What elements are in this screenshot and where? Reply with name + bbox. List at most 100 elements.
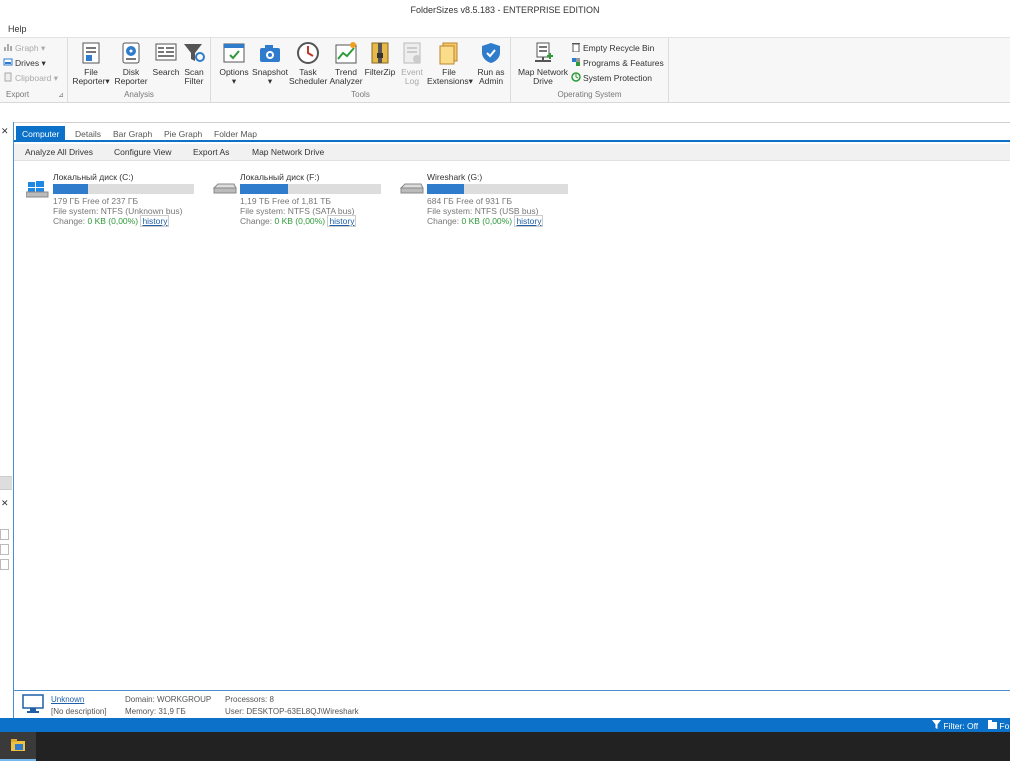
trend-analyzer-icon [334, 41, 358, 65]
recycle-bin-icon [571, 42, 581, 53]
computer-memory: Memory: 31,9 ГБ [125, 707, 186, 716]
configure-view-button[interactable]: Configure View [114, 147, 172, 157]
filterzip-icon [368, 41, 392, 65]
map-network-drive-button[interactable]: Map Network Drive [252, 147, 324, 157]
programs-features-button[interactable]: Programs & Features [571, 56, 664, 70]
group-label-analysis: Analysis [124, 90, 154, 99]
system-protection-icon [571, 72, 581, 82]
ribbon: Graph ▾ Drives ▾ Clipboard ▾ Export ⊿ Fi… [0, 37, 1010, 103]
drives-button[interactable]: Drives ▾ [3, 56, 46, 70]
folder-status[interactable]: Fo [988, 720, 1009, 731]
history-link[interactable]: history [327, 215, 357, 227]
filter-icon [932, 720, 943, 731]
history-link[interactable]: history [514, 215, 544, 227]
drive-card-g[interactable]: Wireshark (G:) 684 ГБ Free of 931 ГБ Fil… [399, 172, 580, 228]
scan-filter-button[interactable]: Scan Filter [180, 41, 208, 86]
menu-bar: Help [0, 20, 1010, 37]
ribbon-group-os: Map Network Drive Empty Recycle Bin Prog… [511, 38, 669, 102]
drive-change: Change: 0 KB (0,00%) history [240, 215, 357, 227]
group-label-tools: Tools [351, 90, 370, 99]
search-icon [154, 41, 178, 65]
computer-name-link[interactable]: Unknown [51, 695, 84, 704]
foldersizes-app-icon [11, 739, 25, 751]
drive-name: Локальный диск (C:) [53, 172, 134, 182]
options-icon [222, 41, 246, 65]
drive-card-c[interactable]: Локальный диск (C:) 179 ГБ Free of 237 Г… [25, 172, 206, 228]
ribbon-group-export: Graph ▾ Drives ▾ Clipboard ▾ Export ⊿ [0, 38, 68, 102]
ribbon-group-tools: Options ▾ Snapshot ▾ Task Scheduler Tren… [211, 38, 511, 102]
run-as-admin-icon [479, 41, 503, 65]
drive-free-space: 1,19 ТБ Free of 1,81 ТБ [240, 196, 332, 206]
export-as-button[interactable]: Export As [193, 147, 229, 157]
search-button[interactable]: Search [150, 41, 182, 77]
computer-user: User: DESKTOP-63EL8QJ\Wireshark [225, 707, 359, 716]
panel-checkbox-2[interactable] [0, 544, 9, 555]
status-bar: Filter: Off Fo [0, 718, 1010, 732]
tab-computer[interactable]: Computer [16, 126, 66, 142]
system-protection-button[interactable]: System Protection [571, 71, 652, 85]
drive-usage-fill [240, 184, 288, 194]
map-network-drive-ribbon-button[interactable]: Map Network Drive [515, 41, 571, 86]
snapshot-button[interactable]: Snapshot ▾ [251, 41, 289, 86]
panel-checkbox-1[interactable] [0, 529, 9, 540]
disk-reporter-icon [119, 41, 143, 65]
drive-name: Локальный диск (F:) [240, 172, 320, 182]
close-panel-icon[interactable]: ✕ [1, 126, 9, 137]
drive-free-space: 684 ГБ Free of 931 ГБ [427, 196, 513, 206]
tab-details[interactable]: Details [69, 126, 107, 142]
view-tabs: Computer Details Bar Graph Pie Graph Fol… [14, 126, 1010, 142]
programs-features-icon [571, 57, 581, 67]
file-reporter-icon [79, 41, 103, 65]
filterzip-button[interactable]: FilterZip [363, 41, 397, 77]
trend-analyzer-button[interactable]: Trend Analyzer [327, 41, 365, 86]
tab-folder-map[interactable]: Folder Map [208, 126, 263, 142]
folder-icon [988, 720, 999, 731]
drives-icon [3, 57, 13, 67]
history-link[interactable]: history [140, 215, 170, 227]
menu-help[interactable]: Help [8, 24, 27, 34]
tab-bar-graph[interactable]: Bar Graph [107, 126, 158, 142]
disk-reporter-button[interactable]: Disk Reporter [112, 41, 150, 86]
drive-usage-fill [53, 184, 88, 194]
drive-change: Change: 0 KB (0,00%) history [427, 215, 544, 227]
computer-processors: Processors: 8 [225, 695, 274, 704]
task-scheduler-icon [296, 41, 320, 65]
left-panel-strip: ✕ ✕ [0, 122, 14, 718]
drive-name: Wireshark (G:) [427, 172, 483, 182]
ribbon-group-analysis: File Reporter▾ Disk Reporter Search Scan… [68, 38, 211, 102]
task-scheduler-button[interactable]: Task Scheduler [289, 41, 327, 86]
drive-usage-bar [240, 184, 381, 194]
computer-toolbar: Analyze All Drives Configure View Export… [14, 144, 1010, 161]
run-as-admin-button[interactable]: Run as Admin [473, 41, 509, 86]
panel-splitter[interactable] [0, 476, 12, 490]
windows-drive-icon [25, 178, 50, 198]
main-content: Computer Details Bar Graph Pie Graph Fol… [14, 122, 1010, 690]
snapshot-icon [258, 41, 282, 65]
options-button[interactable]: Options ▾ [215, 41, 253, 86]
filter-status[interactable]: Filter: Off [932, 720, 978, 731]
file-extensions-button[interactable]: File Extensions▾ [427, 41, 473, 86]
computer-info-panel: Unknown [No description] Domain: WORKGRO… [14, 690, 1010, 718]
computer-domain: Domain: WORKGROUP [125, 695, 212, 704]
file-reporter-button[interactable]: File Reporter▾ [72, 41, 110, 86]
usb-drive-icon [399, 178, 424, 198]
drive-usage-fill [427, 184, 465, 194]
graph-button[interactable]: Graph ▾ [3, 41, 45, 55]
drive-usage-bar [53, 184, 194, 194]
event-log-button[interactable]: Event Log [397, 41, 427, 86]
empty-recycle-bin-button[interactable]: Empty Recycle Bin [571, 41, 654, 55]
drive-usage-bar [427, 184, 568, 194]
tab-pie-graph[interactable]: Pie Graph [158, 126, 208, 142]
drive-change: Change: 0 KB (0,00%) history [53, 215, 170, 227]
taskbar-foldersizes-app[interactable] [0, 732, 36, 761]
drive-free-space: 179 ГБ Free of 237 ГБ [53, 196, 139, 206]
group-label-os: Operating System [557, 90, 622, 99]
panel-checkbox-3[interactable] [0, 559, 9, 570]
export-launcher-icon[interactable]: ⊿ [58, 91, 64, 99]
clipboard-button[interactable]: Clipboard ▾ [3, 71, 58, 85]
analyze-all-drives-button[interactable]: Analyze All Drives [25, 147, 93, 157]
drive-card-f[interactable]: Локальный диск (F:) 1,19 ТБ Free of 1,81… [212, 172, 393, 228]
close-panel-icon-2[interactable]: ✕ [1, 498, 9, 509]
event-log-icon [400, 41, 424, 65]
file-extensions-icon [437, 41, 461, 65]
